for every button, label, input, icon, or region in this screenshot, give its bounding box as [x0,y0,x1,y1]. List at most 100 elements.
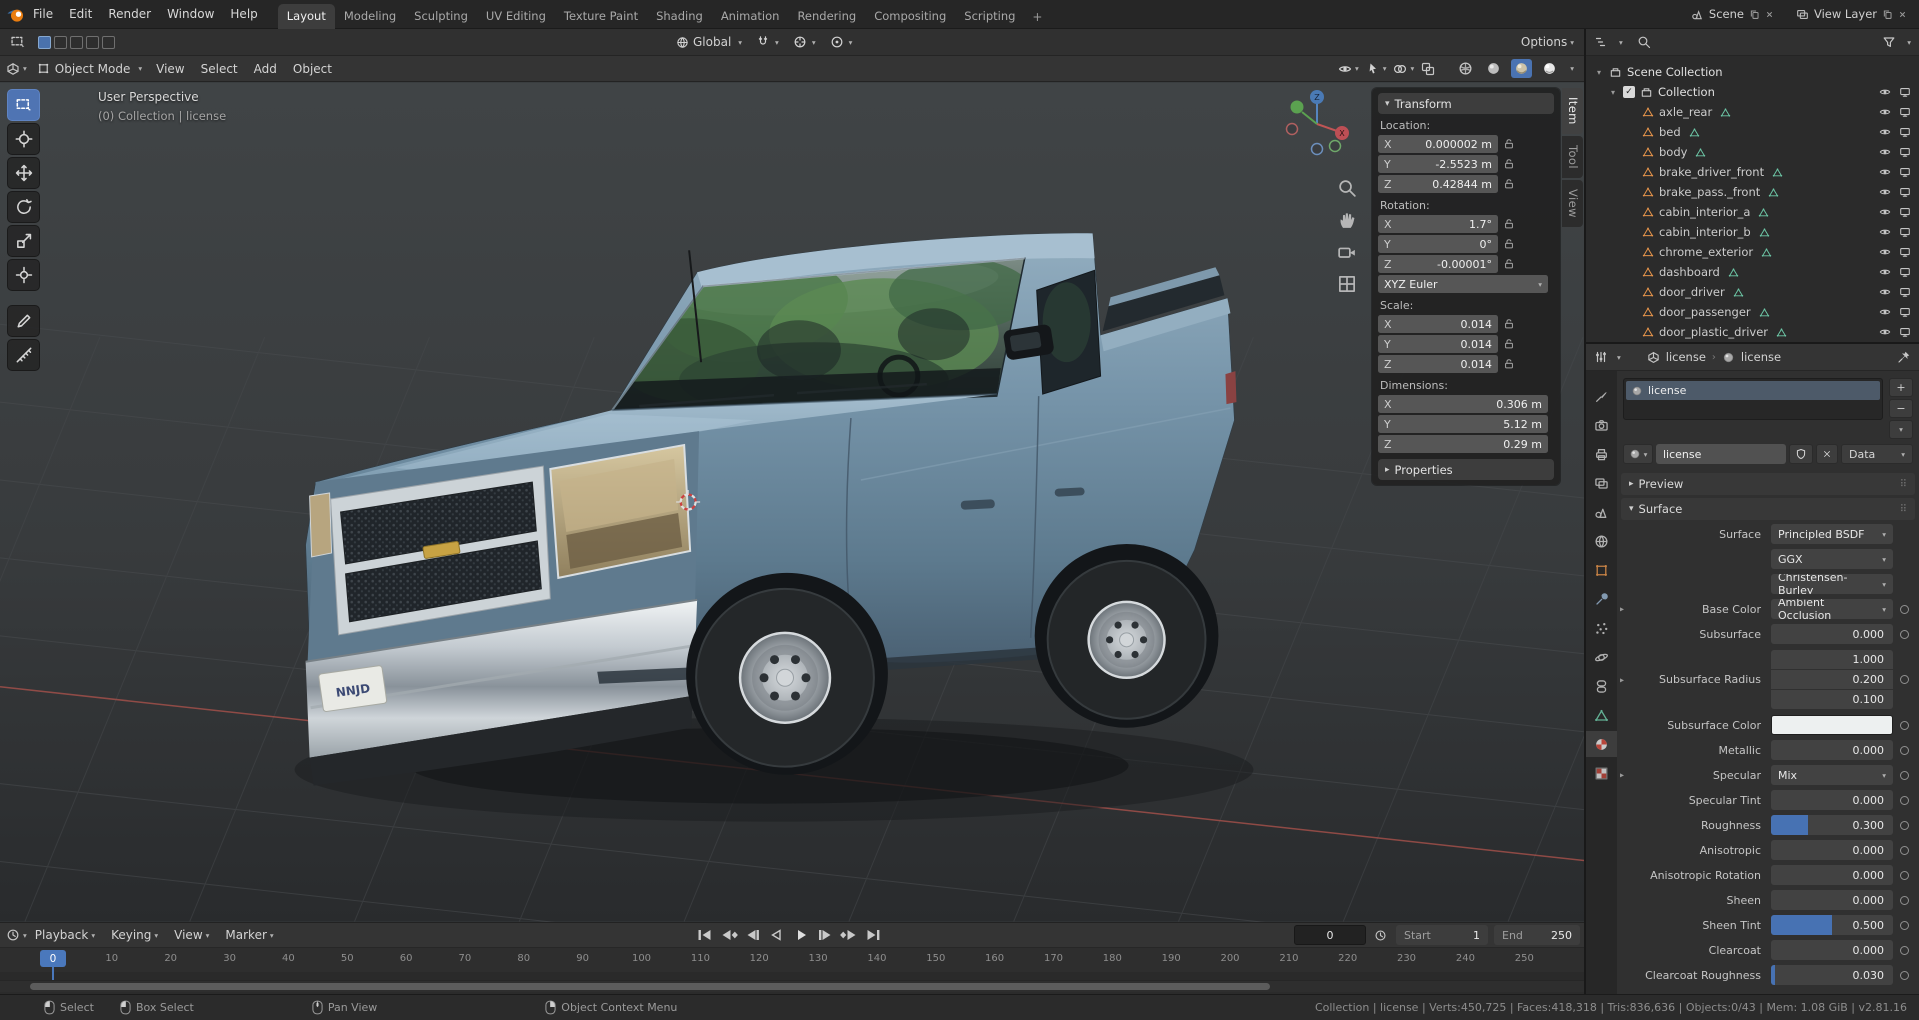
clearcoat-roughness-slider[interactable]: 0.030 [1771,965,1893,985]
disable-viewport-icon[interactable] [1899,286,1911,298]
menu-file[interactable]: File [25,0,61,29]
measure-tool[interactable] [7,339,40,371]
animate-property-button[interactable] [1900,770,1909,780]
animate-property-button[interactable] [1900,795,1909,805]
jump-to-end-button[interactable] [862,925,884,945]
transform-field-z[interactable]: Z 0.014 [1378,355,1498,373]
subsurface-radius-field-2[interactable]: 0.100 [1771,690,1893,709]
hide-eye-icon[interactable] [1879,286,1891,298]
shading-wireframe-button[interactable] [1458,61,1473,76]
hide-eye-icon[interactable] [1879,266,1891,278]
transform-panel-header[interactable]: ▾ Transform [1378,93,1554,114]
next-keyframe-button[interactable] [838,925,860,945]
workspace-tab-scripting[interactable]: Scripting [955,4,1024,29]
transform-field-y[interactable]: Y 0° [1378,235,1498,253]
transform-orientation-dropdown[interactable]: Global ▾ [676,35,742,49]
current-frame-field[interactable]: 0 [1294,925,1366,945]
animate-property-button[interactable] [1900,920,1909,930]
outliner-object-door-passenger[interactable]: door_passenger [1586,302,1919,322]
properties-editor-icon[interactable] [1594,350,1608,364]
gizmo-y-axis[interactable] [1290,100,1304,114]
outliner-object-brake-driver-front[interactable]: brake_driver_front [1586,162,1919,182]
transform-field-x[interactable]: X 1.7° [1378,215,1498,233]
transform-field-z[interactable]: Z 0.42844 m [1378,175,1498,193]
properties-tab-physics[interactable] [1586,644,1617,670]
timeline-scrollbar[interactable] [0,980,1584,992]
disable-viewport-icon[interactable] [1899,306,1911,318]
editor-type-button[interactable] [6,62,20,76]
anisotropic-slider[interactable]: 0.000 [1771,840,1893,860]
remove-view-layer-icon[interactable] [1898,10,1907,19]
pan-button[interactable] [1337,210,1357,230]
hide-eye-icon[interactable] [1879,246,1891,258]
snap-target-dropdown[interactable]: ▾ [793,35,816,49]
sidebar-tab-view[interactable]: View [1562,179,1583,227]
sidebar-tab-tool[interactable]: Tool [1562,135,1583,178]
outliner-search-icon[interactable] [1637,35,1651,49]
hide-eye-icon[interactable] [1879,126,1891,138]
anisotropic-rotation-slider[interactable]: 0.000 [1771,865,1893,885]
outliner-object-door-driver[interactable]: door_driver [1586,282,1919,302]
unlink-scene-icon[interactable] [1765,10,1774,19]
timeline-menu-keying[interactable]: Keying ▾ [103,923,166,947]
hide-eye-icon[interactable] [1879,186,1891,198]
gizmo-negative-z-axis[interactable] [1310,142,1324,156]
camera-view-button[interactable] [1337,242,1357,262]
transform-field-y[interactable]: Y 0.014 [1378,335,1498,353]
base-color-dropdown[interactable]: Ambient Occlusion ▾ [1771,599,1893,619]
pin-icon[interactable] [1897,350,1911,364]
lock-icon[interactable] [1503,178,1515,190]
transform-field-x[interactable]: X 0.306 m [1378,395,1548,413]
workspace-tab-modeling[interactable]: Modeling [335,4,405,29]
animate-property-button[interactable] [1900,675,1909,684]
properties-tab-texture[interactable] [1586,760,1617,786]
animate-property-button[interactable] [1900,845,1909,855]
animate-property-button[interactable] [1900,970,1909,980]
animate-property-button[interactable] [1900,604,1909,614]
annotate-tool[interactable] [7,305,40,337]
breadcrumb-material-name[interactable]: license [1741,350,1781,364]
menu-help[interactable]: Help [222,0,265,29]
preview-panel-header[interactable]: ▸ Preview ⠿ [1621,473,1915,495]
outliner-object-axle-rear[interactable]: axle_rear [1586,102,1919,122]
lock-icon[interactable] [1503,358,1515,370]
animate-property-button[interactable] [1900,745,1909,755]
lock-icon[interactable] [1503,158,1515,170]
select-mode-toggle-2[interactable] [70,35,83,49]
surface-panel-header[interactable]: ▾ Surface ⠿ [1621,498,1915,520]
preview-range-icon[interactable] [1374,929,1387,942]
menu-edit[interactable]: Edit [61,0,100,29]
properties-tab-object[interactable] [1586,557,1617,583]
viewport-menu-add[interactable]: Add [246,56,285,81]
properties-tab-view-layer[interactable] [1586,470,1617,496]
workspace-tab-shading[interactable]: Shading [647,4,712,29]
shading-rendered-button[interactable] [1542,61,1557,76]
scale-tool[interactable] [7,225,40,257]
roughness-slider[interactable]: 0.300 [1771,815,1893,835]
properties-tab-modifiers[interactable] [1586,586,1617,612]
cursor-tool[interactable] [7,123,40,155]
gizmo-negative-y-axis[interactable] [1328,139,1342,153]
outliner-object-cabin-interior-a[interactable]: cabin_interior_a [1586,202,1919,222]
current-frame-marker[interactable]: 0 [40,950,66,967]
hide-eye-icon[interactable] [1879,226,1891,238]
proportional-editing-toggle[interactable]: ▾ [830,35,852,49]
animate-property-button[interactable] [1900,720,1909,730]
hide-eye-icon[interactable] [1879,166,1891,178]
transform-field-z[interactable]: Z 0.29 m [1378,435,1548,453]
disable-viewport-icon[interactable] [1899,206,1911,218]
properties-tab-tool[interactable] [1586,383,1617,409]
outliner-collection[interactable]: ▾ ✓ Collection [1586,82,1919,102]
animate-property-button[interactable] [1900,629,1909,639]
transform-field-z[interactable]: Z -0.00001° [1378,255,1498,273]
workspace-tab-sculpting[interactable]: Sculpting [405,4,477,29]
outliner-object-cabin-interior-b[interactable]: cabin_interior_b [1586,222,1919,242]
selectability-dropdown[interactable]: ▾ [1366,62,1386,76]
outliner-scene-collection[interactable]: ▾ Scene Collection [1586,62,1919,82]
unlink-material-button[interactable] [1816,444,1838,464]
workspace-tab-compositing[interactable]: Compositing [865,4,955,29]
lock-icon[interactable] [1503,218,1515,230]
hide-eye-icon[interactable] [1879,86,1891,98]
add-workspace-button[interactable]: + [1024,5,1050,29]
hide-eye-icon[interactable] [1879,146,1891,158]
